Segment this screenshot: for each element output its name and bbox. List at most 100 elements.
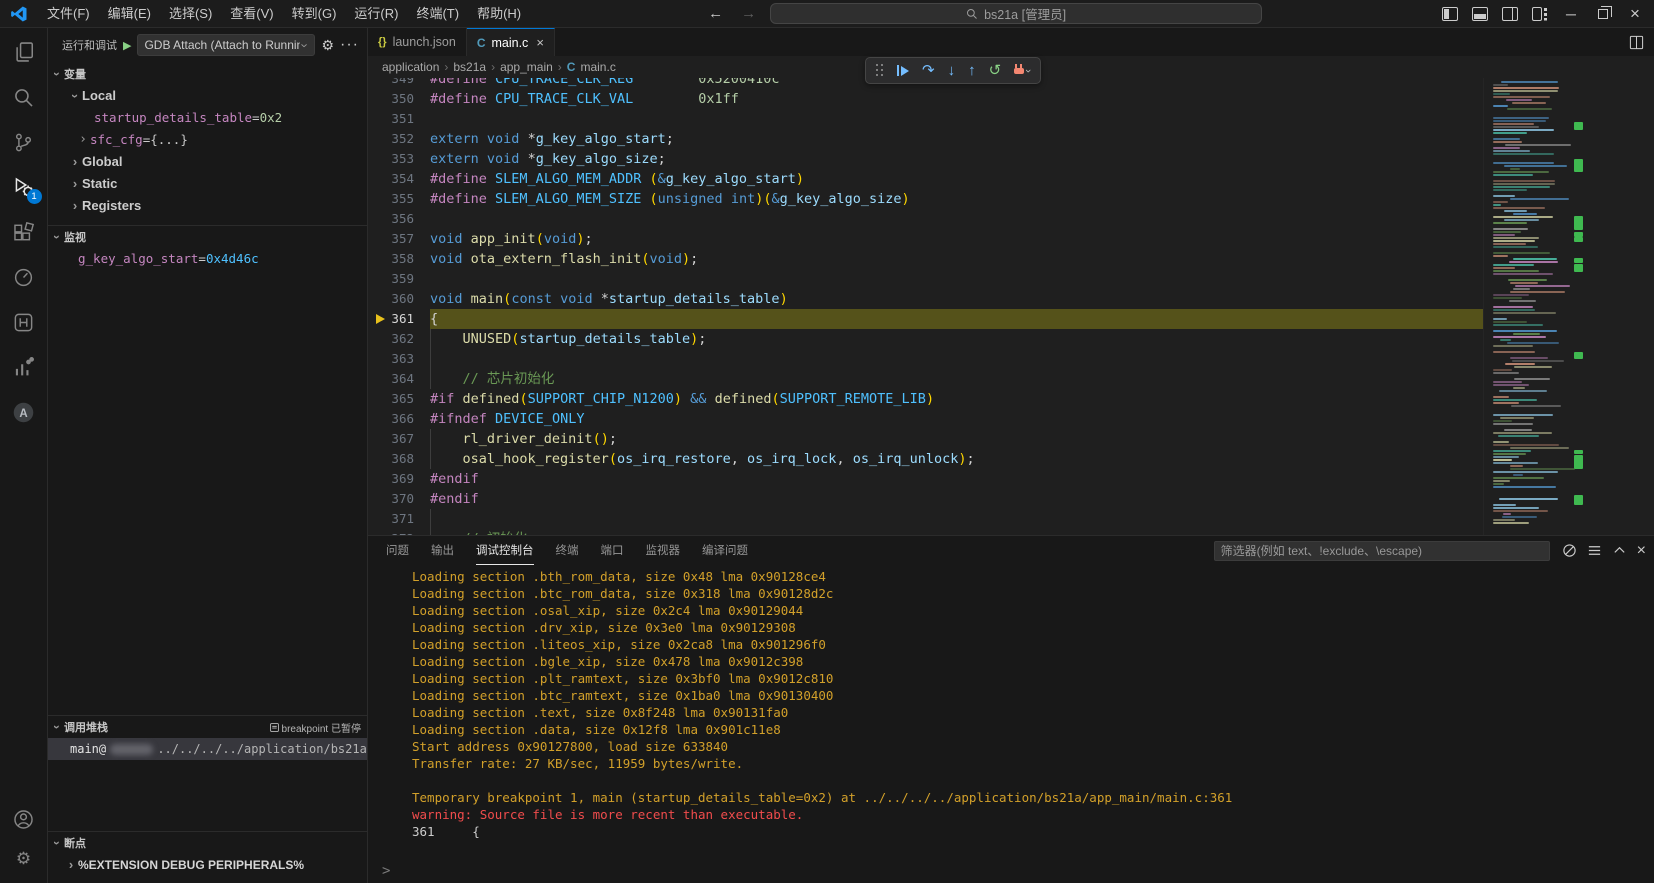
line-number[interactable]: 361 [368,309,430,329]
line-number[interactable]: 362 [368,329,430,349]
line-number[interactable]: 350 [368,89,430,109]
code-line-351[interactable]: 351 [368,109,1483,129]
menu-item-2[interactable]: 选择(S) [160,0,221,28]
code-line-360[interactable]: 360void main(const void *startup_details… [368,289,1483,309]
code-line-363[interactable]: 363 [368,349,1483,369]
line-number[interactable]: 372 [368,529,430,535]
code-line-372[interactable]: 372 // 初始化 [368,529,1483,535]
panel-tab-6[interactable]: 编译问题 [702,536,748,565]
breakpoints-section-header[interactable]: › 断点 [48,831,367,854]
menu-item-3[interactable]: 查看(V) [221,0,282,28]
code-line-355[interactable]: 355#define SLEM_ALGO_MEM_SIZE (unsigned … [368,189,1483,209]
line-number[interactable]: 363 [368,349,430,369]
code-line-352[interactable]: 352extern void *g_key_algo_start; [368,129,1483,149]
breakpoint-group-row[interactable]: › %EXTENSION DEBUG PERIPHERALS% [48,854,367,876]
history-back-icon[interactable]: ← [704,5,727,22]
run-and-debug-icon[interactable]: 1 [10,173,38,201]
close-panel-icon[interactable]: × [1637,542,1646,560]
code-line-370[interactable]: 370#endif [368,489,1483,509]
code-line-361[interactable]: 361{ [368,309,1483,329]
debug-console-input[interactable]: > [368,859,1654,883]
callstack-section-header[interactable]: › 调用堆栈 breakpoint 已暂停 [48,715,367,738]
line-number[interactable]: 368 [368,449,430,469]
tab-launch-json[interactable]: {} launch.json [368,28,467,56]
variable-row-sfc-cfg[interactable]: › sfc_cfg = {...} [48,129,367,151]
menu-item-7[interactable]: 帮助(H) [468,0,530,28]
line-number[interactable]: 364 [368,369,430,389]
launch-config-dropdown[interactable]: GDB Attach (Attach to Running Proc › [137,34,315,56]
code-line-365[interactable]: 365#if defined(SUPPORT_CHIP_N1200) && de… [368,389,1483,409]
menu-item-5[interactable]: 运行(R) [345,0,407,28]
account-icon[interactable] [10,805,38,833]
line-number[interactable]: 349 [368,78,430,89]
code-line-371[interactable]: 371 [368,509,1483,529]
panel-tab-4[interactable]: 端口 [601,536,624,565]
minimap[interactable] [1483,78,1654,535]
code-line-350[interactable]: 350#define CPU_TRACE_CLK_VAL 0x1ff [368,89,1483,109]
code-line-354[interactable]: 354#define SLEM_ALGO_MEM_ADDR (&g_key_al… [368,169,1483,189]
views-list-icon[interactable] [1587,543,1602,558]
console-filter-input[interactable] [1214,541,1550,561]
menu-item-0[interactable]: 文件(F) [38,0,99,28]
panel-tab-2[interactable]: 调试控制台 [476,536,534,565]
code-line-359[interactable]: 359 [368,269,1483,289]
split-editor-icon[interactable] [1629,35,1644,50]
history-forward-icon[interactable]: → [737,5,760,22]
code-editor[interactable]: 349#define CPU_TRACE_CLK_REG 0x5200410c3… [368,78,1483,535]
analytics-tool-icon[interactable] [10,353,38,381]
line-number[interactable]: 357 [368,229,430,249]
code-line-369[interactable]: 369#endif [368,469,1483,489]
timer-tool-icon[interactable] [10,263,38,291]
callstack-frame-main[interactable]: main@ ../../../../application/bs21a/app_… [48,738,367,760]
command-center-search[interactable]: bs21a [管理员] [770,3,1262,24]
line-number[interactable]: 371 [368,509,430,529]
menu-item-6[interactable]: 终端(T) [407,0,468,28]
code-line-353[interactable]: 353extern void *g_key_algo_size; [368,149,1483,169]
line-number[interactable]: 352 [368,129,430,149]
step-out-icon[interactable]: ↑ [968,63,976,78]
variable-row-startup-details-table[interactable]: startup_details_table = 0x2 [48,107,367,129]
scope-static[interactable]: › Static [48,173,367,195]
panel-tab-5[interactable]: 监视器 [646,536,681,565]
line-number[interactable]: 360 [368,289,430,309]
panel-tab-0[interactable]: 问题 [386,536,409,565]
vendor-tool-icon[interactable] [10,308,38,336]
minimize-button[interactable]: ─ [1556,1,1586,27]
close-button[interactable]: × [1620,1,1650,27]
line-number[interactable]: 353 [368,149,430,169]
toggle-panel-icon[interactable] [1466,1,1494,27]
scope-registers[interactable]: › Registers [48,195,367,217]
toggle-secondary-sidebar-icon[interactable] [1496,1,1524,27]
line-number[interactable]: 366 [368,409,430,429]
chevron-down-icon[interactable]: › [1022,69,1034,73]
extensions-icon[interactable] [10,218,38,246]
variables-section-header[interactable]: › 变量 [48,62,367,85]
close-tab-icon[interactable]: × [536,35,544,50]
code-line-366[interactable]: 366#ifndef DEVICE_ONLY [368,409,1483,429]
toggle-sidebar-icon[interactable] [1436,1,1464,27]
search-sidebar-icon[interactable] [10,83,38,111]
code-line-368[interactable]: 368 osal_hook_register(os_irq_restore, o… [368,449,1483,469]
continue-icon[interactable] [897,65,909,76]
start-debug-icon[interactable]: ▶ [123,39,131,52]
ai-assistant-icon[interactable]: A [10,398,38,426]
code-line-367[interactable]: 367 rl_driver_deinit(); [368,429,1483,449]
panel-tab-1[interactable]: 输出 [431,536,454,565]
line-number[interactable]: 367 [368,429,430,449]
toolbar-drag-handle[interactable] [876,64,884,77]
code-line-364[interactable]: 364 // 芯片初始化 [368,369,1483,389]
customize-layout-icon[interactable] [1526,1,1554,27]
scope-global[interactable]: › Global [48,151,367,173]
step-into-icon[interactable]: ↓ [948,63,956,78]
menu-item-1[interactable]: 编辑(E) [99,0,160,28]
clear-console-icon[interactable] [1562,543,1577,558]
breadcrumb-item[interactable]: application [382,60,439,74]
code-line-356[interactable]: 356 [368,209,1483,229]
step-over-icon[interactable]: ↷ [922,63,935,78]
configure-gear-icon[interactable]: ⚙ [321,37,334,54]
watch-section-header[interactable]: › 监视 [48,225,367,248]
tab-main-c[interactable]: C main.c × [467,28,555,56]
source-control-icon[interactable] [10,128,38,156]
line-number[interactable]: 355 [368,189,430,209]
scope-local[interactable]: › Local [48,85,367,107]
